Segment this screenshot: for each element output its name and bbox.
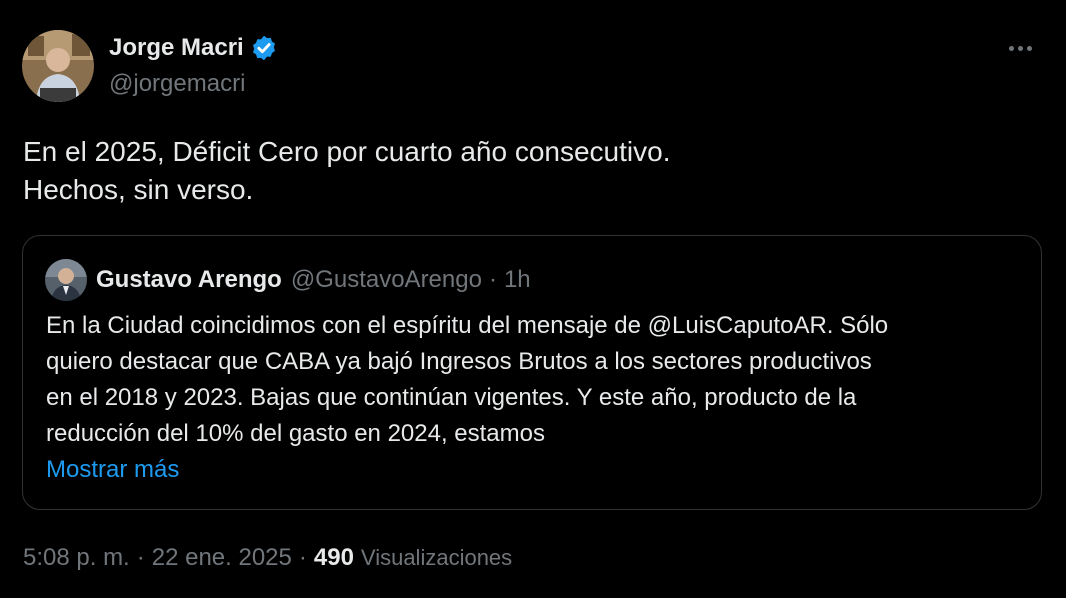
author-avatar[interactable] [22,30,94,102]
more-options-button[interactable] [1002,34,1038,62]
meta-separator: · [298,544,307,571]
tweet-date[interactable]: 22 ene. 2025 [152,544,292,572]
quoted-author-name[interactable]: Gustavo Arengo [96,266,282,294]
meta-separator: · [136,544,145,571]
quoted-tweet-header: Gustavo Arengo @GustavoArengo · 1h [96,263,531,297]
tweet-metadata: 5:08 p. m. · 22 ene. 2025 · 490 Visualiz… [23,540,512,576]
quoted-text-line: quiero destacar que CABA ya bajó Ingreso… [46,348,872,375]
quoted-text-line: reducción del 10% del gasto en 2024, est… [46,420,545,447]
tweet-text-line: Hechos, sin verso. [23,174,254,205]
quoted-text-line: En la Ciudad coincidimos con el espíritu… [46,312,889,339]
quoted-tweet-card[interactable]: Gustavo Arengo @GustavoArengo · 1h En la… [22,235,1042,510]
author-handle[interactable]: @jorgemacri [109,70,245,98]
tweet-time[interactable]: 5:08 p. m. [23,544,130,572]
quoted-author-avatar[interactable] [45,259,87,301]
quoted-author-avatar-image [45,259,87,301]
author-name[interactable]: Jorge Macri [109,34,244,62]
quoted-text-line: en el 2018 y 2023. Bajas que continúan v… [46,384,857,411]
show-more-link[interactable]: Mostrar más [46,452,179,488]
quoted-author-handle[interactable]: @GustavoArengo [291,266,482,294]
views-count: 490 [313,544,354,571]
author-avatar-image [22,30,94,102]
more-options-icon [1008,45,1032,51]
header-separator: · [488,266,497,293]
tweet-text-line: En el 2025, Déficit Cero por cuarto año … [23,136,671,167]
author-name-row: Jorge Macri [109,30,278,66]
quoted-tweet-text: En la Ciudad coincidimos con el espíritu… [46,308,888,452]
verified-badge-icon [252,35,275,61]
views-label: Visualizaciones [360,545,513,570]
quoted-tweet-time[interactable]: 1h [504,266,531,294]
tweet-text: En el 2025, Déficit Cero por cuarto año … [23,133,1033,209]
